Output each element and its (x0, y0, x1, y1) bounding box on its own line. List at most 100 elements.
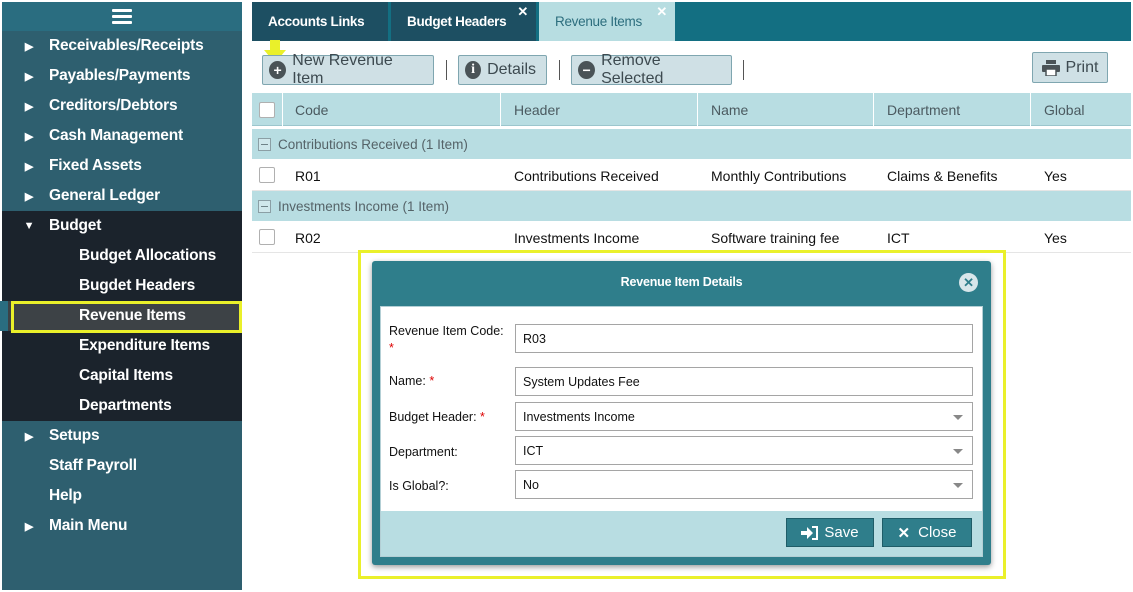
sidebar-item-label: Setups (49, 427, 100, 444)
tab-revenue-items[interactable]: Revenue Items ✕ (539, 2, 675, 41)
save-button[interactable]: Save (786, 518, 874, 547)
print-button[interactable]: Print (1032, 52, 1108, 83)
required-mark: * (429, 374, 435, 388)
tab-label: Revenue Items (555, 14, 642, 29)
sidebar-item-budget-headers[interactable]: Bugdet Headers (2, 271, 242, 301)
sidebar-item-departments[interactable]: Departments (2, 391, 242, 421)
sidebar-item-fixed-assets[interactable]: ▶ Fixed Assets (2, 151, 242, 181)
column-label: Department (887, 101, 961, 118)
sidebar-item-label: Cash Management (49, 127, 183, 144)
label-text: Department: (389, 445, 458, 459)
revenue-item-code-field[interactable]: R03 (515, 324, 973, 353)
sidebar-item-label: Bugdet Headers (79, 277, 196, 294)
hamburger-menu-icon[interactable] (112, 9, 132, 24)
sidebar: ▶ Receivables/Receipts ▶ Payables/Payments… (0, 2, 242, 590)
column-header-name[interactable]: Name (698, 93, 874, 126)
row-checkbox[interactable] (259, 167, 275, 183)
sidebar-item-expenditure-items[interactable]: Expenditure Items (2, 331, 242, 361)
sidebar-item-setups[interactable]: ▶ Setups (2, 421, 242, 451)
row-checkbox[interactable] (259, 229, 275, 245)
sidebar-item-label: Fixed Assets (49, 157, 142, 174)
button-label: Remove Selected (601, 52, 664, 87)
sidebar-item-receivables[interactable]: ▶ Receivables/Receipts (2, 31, 242, 61)
chevron-down-icon (953, 483, 963, 488)
column-header-header[interactable]: Header (501, 93, 698, 126)
remove-selected-button[interactable]: − Remove Selected (571, 52, 732, 87)
tab-budget-headers[interactable]: Budget Headers ✕ (391, 2, 536, 41)
field-value: No (523, 477, 539, 492)
sidebar-item-general-ledger[interactable]: ▶ General Ledger (2, 181, 242, 211)
sign-in-icon (801, 525, 819, 540)
is-global-label: Is Global?: (389, 478, 449, 495)
sidebar-item-cash-management[interactable]: ▶ Cash Management (2, 121, 242, 151)
close-button[interactable]: ✕ Close (882, 518, 972, 547)
cell-name: Monthly Contributions (711, 167, 847, 184)
sidebar-item-capital-items[interactable]: Capital Items (2, 361, 242, 391)
field-value: R03 (523, 331, 546, 346)
sidebar-item-label: Receivables/Receipts (49, 37, 204, 54)
dialog-footer: Save ✕ Close (381, 511, 982, 556)
sidebar-item-label: Budget Allocations (79, 247, 217, 264)
budget-submenu: Budget Allocations Bugdet Headers Revenu… (0, 241, 242, 421)
sidebar-item-label: Departments (79, 397, 172, 414)
minus-circle-icon: − (578, 61, 596, 79)
button-label: Details (487, 61, 536, 78)
caret-right-icon: ▶ (24, 520, 34, 533)
highlight-box (11, 301, 242, 333)
caret-right-icon: ▶ (24, 40, 34, 53)
tab-accounts-links[interactable]: Accounts Links (252, 2, 388, 41)
plus-circle-icon: + (269, 61, 287, 79)
close-tab-icon[interactable]: ✕ (656, 4, 667, 20)
sidebar-item-revenue-items[interactable]: Revenue Items (0, 301, 242, 333)
sidebar-item-payables[interactable]: ▶ Payables/Payments (2, 61, 242, 91)
department-select[interactable]: ICT (515, 436, 973, 465)
toolbar: + New Revenue Item i Details − Remove Selec… (252, 40, 1131, 95)
sidebar-item-staff-payroll[interactable]: ▶Staff Payroll (2, 451, 242, 481)
button-label: Close (918, 524, 957, 541)
collapse-icon[interactable] (258, 199, 271, 213)
column-label: Global (1044, 101, 1085, 118)
toolbar-divider (743, 60, 744, 80)
name-field[interactable]: System Updates Fee (515, 367, 973, 396)
collapse-icon[interactable] (258, 137, 271, 151)
cell-header: Investments Income (514, 229, 640, 246)
table-row[interactable]: R01 Contributions Received Monthly Contr… (252, 160, 1131, 191)
sidebar-item-creditors[interactable]: ▶ Creditors/Debtors (2, 91, 242, 121)
sidebar-item-budget-allocations[interactable]: Budget Allocations (2, 241, 242, 271)
new-revenue-item-button[interactable]: + New Revenue Item (262, 52, 434, 87)
caret-right-icon: ▶ (24, 430, 34, 443)
sidebar-item-budget[interactable]: ▼ Budget (2, 211, 242, 241)
budget-header-select[interactable]: Investments Income (515, 402, 973, 431)
sidebar-item-label: Expenditure Items (79, 337, 210, 354)
tab-bar: Accounts Links Budget Headers ✕ Revenue I… (252, 2, 1131, 41)
group-header[interactable]: Contributions Received (1 Item) (252, 129, 1131, 159)
sidebar-item-main-menu[interactable]: ▶ Main Menu (2, 511, 242, 541)
group-title: Investments Income (1 Item) (278, 198, 450, 214)
sidebar-menu: ▶ Receivables/Receipts ▶ Payables/Payments… (0, 31, 242, 541)
column-header-global[interactable]: Global (1031, 93, 1131, 126)
field-value: Investments Income (523, 409, 635, 424)
sidebar-item-label: Capital Items (79, 367, 173, 384)
toolbar-divider (559, 60, 560, 80)
budget-header-label: Budget Header: * (389, 409, 485, 426)
is-global-select[interactable]: No (515, 470, 973, 499)
close-icon[interactable]: ✕ (959, 273, 978, 292)
required-mark: * (480, 410, 485, 424)
cell-code: R02 (295, 229, 321, 246)
column-header-department[interactable]: Department (874, 93, 1031, 126)
cell-global: Yes (1044, 167, 1067, 184)
column-header-code[interactable]: Code (283, 93, 501, 126)
select-all-checkbox[interactable] (259, 101, 275, 118)
sidebar-item-help[interactable]: ▶Help (2, 481, 242, 511)
grid-header: Code Header Name Department Global (252, 93, 1131, 126)
department-label: Department: (389, 444, 458, 461)
table-row[interactable]: R02 Investments Income Software training… (252, 222, 1131, 253)
field-value: ICT (523, 443, 544, 458)
name-label: Name: * (389, 373, 434, 390)
group-header[interactable]: Investments Income (1 Item) (252, 191, 1131, 221)
toolbar-divider (446, 60, 447, 80)
close-tab-icon[interactable]: ✕ (517, 4, 528, 20)
details-button[interactable]: i Details (458, 55, 547, 85)
group-title: Contributions Received (1 Item) (278, 136, 468, 152)
cell-name: Software training fee (711, 229, 840, 246)
